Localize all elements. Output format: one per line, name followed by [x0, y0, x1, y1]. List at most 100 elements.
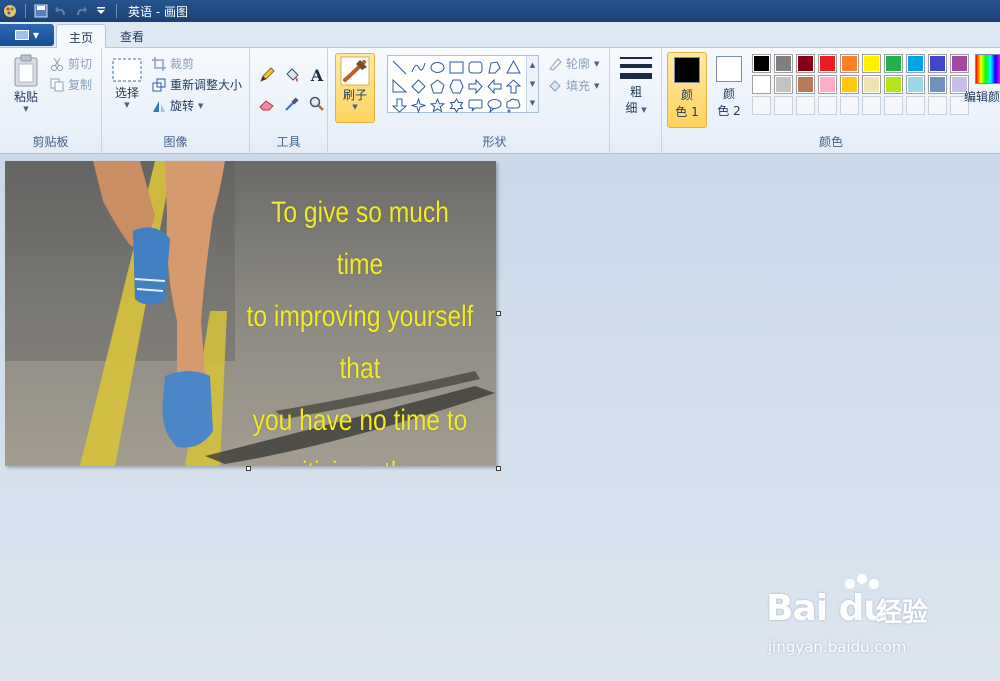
swatch-fill: [886, 56, 901, 71]
four-point-star-shape-icon[interactable]: [409, 96, 428, 115]
shapes-scrollbar[interactable]: ▲ ▼ ▼: [526, 56, 538, 112]
eraser-icon[interactable]: [256, 93, 278, 115]
brushes-button[interactable]: 刷子 ▼: [335, 53, 375, 123]
cut-button[interactable]: 剪切: [50, 55, 92, 72]
copy-label: 复制: [68, 78, 93, 92]
shapes-grid: [390, 58, 523, 115]
cloud-callout-shape-icon[interactable]: [504, 96, 523, 115]
palette-swatch[interactable]: [818, 54, 837, 73]
curve-shape-icon[interactable]: [409, 58, 428, 77]
palette-swatch[interactable]: [928, 96, 947, 115]
palette-swatch[interactable]: [906, 75, 925, 94]
triangle-shape-icon[interactable]: [504, 58, 523, 77]
swatch-fill: [820, 98, 835, 113]
oval-callout-shape-icon[interactable]: [485, 96, 504, 115]
redo-icon[interactable]: [73, 3, 89, 19]
palette-swatch[interactable]: [818, 96, 837, 115]
paste-button[interactable]: 粘贴 ▼: [8, 54, 44, 113]
quote-line-2: to improving yourself that: [246, 300, 474, 385]
palette-swatch[interactable]: [752, 75, 771, 94]
rotate-button[interactable]: 旋转 ▼: [152, 97, 203, 114]
palette-swatch[interactable]: [796, 96, 815, 115]
palette-swatch[interactable]: [840, 75, 859, 94]
polygon-shape-icon[interactable]: [485, 58, 504, 77]
group-label-shapes: 形状: [482, 135, 507, 149]
palette-swatch[interactable]: [928, 75, 947, 94]
right-arrow-shape-icon[interactable]: [466, 77, 485, 96]
palette-swatch[interactable]: [884, 54, 903, 73]
text-icon[interactable]: A: [306, 64, 328, 86]
palette-swatch[interactable]: [928, 54, 947, 73]
paint-app-icon[interactable]: [2, 3, 18, 19]
pencil-icon[interactable]: [256, 64, 278, 86]
undo-icon[interactable]: [53, 3, 69, 19]
canvas-image[interactable]: To give so much time to improving yourse…: [5, 161, 496, 466]
palette-swatch[interactable]: [906, 96, 925, 115]
magnifier-icon[interactable]: [306, 93, 328, 115]
outline-button[interactable]: 轮廓 ▼: [548, 55, 599, 72]
fill-bucket-icon[interactable]: [281, 64, 303, 86]
fill-button[interactable]: 填充 ▼: [548, 77, 599, 94]
palette-swatch[interactable]: [862, 96, 881, 115]
resize-handle-bottom[interactable]: [246, 466, 251, 471]
rounded-callout-shape-icon[interactable]: [466, 96, 485, 115]
line-shape-icon[interactable]: [390, 58, 409, 77]
tools-grid: A: [256, 64, 328, 115]
palette-swatch[interactable]: [884, 96, 903, 115]
edit-colors-label: 编辑颜色: [964, 90, 1000, 104]
palette-swatch[interactable]: [840, 96, 859, 115]
rounded-rectangle-shape-icon[interactable]: [466, 58, 485, 77]
group-label-colors: 颜色: [818, 135, 843, 149]
hexagon-shape-icon[interactable]: [447, 77, 466, 96]
save-icon[interactable]: [33, 3, 49, 19]
palette-swatch[interactable]: [752, 54, 771, 73]
edit-colors-button[interactable]: 编辑颜色: [964, 54, 1000, 105]
down-arrow-shape-icon[interactable]: [390, 96, 409, 115]
scroll-up-icon[interactable]: ▲: [530, 61, 535, 69]
palette-swatch[interactable]: [950, 54, 969, 73]
expand-gallery-icon[interactable]: ▼: [530, 99, 535, 107]
up-arrow-shape-icon[interactable]: [504, 77, 523, 96]
palette-swatch[interactable]: [862, 54, 881, 73]
group-tools: A 工具: [250, 48, 328, 154]
customize-quick-access-icon[interactable]: [93, 3, 109, 19]
baidu-watermark: Bai du 经验 jingyan.baidu.com: [766, 574, 966, 664]
select-button[interactable]: 选择 ▼: [110, 56, 144, 109]
group-label-image: 图像: [163, 135, 188, 149]
size-button[interactable]: 粗 细 ▼: [618, 54, 654, 118]
crop-button[interactable]: 裁剪: [152, 55, 194, 72]
palette-swatch[interactable]: [884, 75, 903, 94]
copy-button[interactable]: 复制: [50, 76, 92, 93]
tab-view[interactable]: 查看: [108, 24, 156, 49]
palette-swatch[interactable]: [840, 54, 859, 73]
left-arrow-shape-icon[interactable]: [485, 77, 504, 96]
five-point-star-shape-icon[interactable]: [428, 96, 447, 115]
right-triangle-shape-icon[interactable]: [390, 77, 409, 96]
palette-swatch[interactable]: [774, 96, 793, 115]
palette-swatch[interactable]: [752, 96, 771, 115]
swatch-fill: [842, 77, 857, 92]
color1-button[interactable]: 颜 色 1: [667, 52, 707, 128]
scroll-down-icon[interactable]: ▼: [530, 80, 535, 88]
diamond-shape-icon[interactable]: [409, 77, 428, 96]
palette-swatch[interactable]: [862, 75, 881, 94]
color-picker-icon[interactable]: [281, 93, 303, 115]
pentagon-shape-icon[interactable]: [428, 77, 447, 96]
swatch-fill: [952, 56, 967, 71]
resize-button[interactable]: 重新调整大小: [152, 76, 242, 93]
resize-handle-corner[interactable]: [496, 466, 501, 471]
palette-swatch[interactable]: [796, 75, 815, 94]
tab-home[interactable]: 主页: [56, 24, 107, 49]
paint-menu-button[interactable]: ▼: [0, 24, 54, 46]
resize-handle-right[interactable]: [496, 311, 501, 316]
palette-swatch[interactable]: [774, 54, 793, 73]
palette-swatch[interactable]: [796, 54, 815, 73]
rectangle-shape-icon[interactable]: [447, 58, 466, 77]
palette-swatch[interactable]: [774, 75, 793, 94]
six-point-star-shape-icon[interactable]: [447, 96, 466, 115]
palette-swatch[interactable]: [818, 75, 837, 94]
palette-swatch[interactable]: [906, 54, 925, 73]
color2-button[interactable]: 颜 色 2: [709, 52, 749, 128]
oval-shape-icon[interactable]: [428, 58, 447, 77]
line-width-icon: [620, 57, 652, 79]
